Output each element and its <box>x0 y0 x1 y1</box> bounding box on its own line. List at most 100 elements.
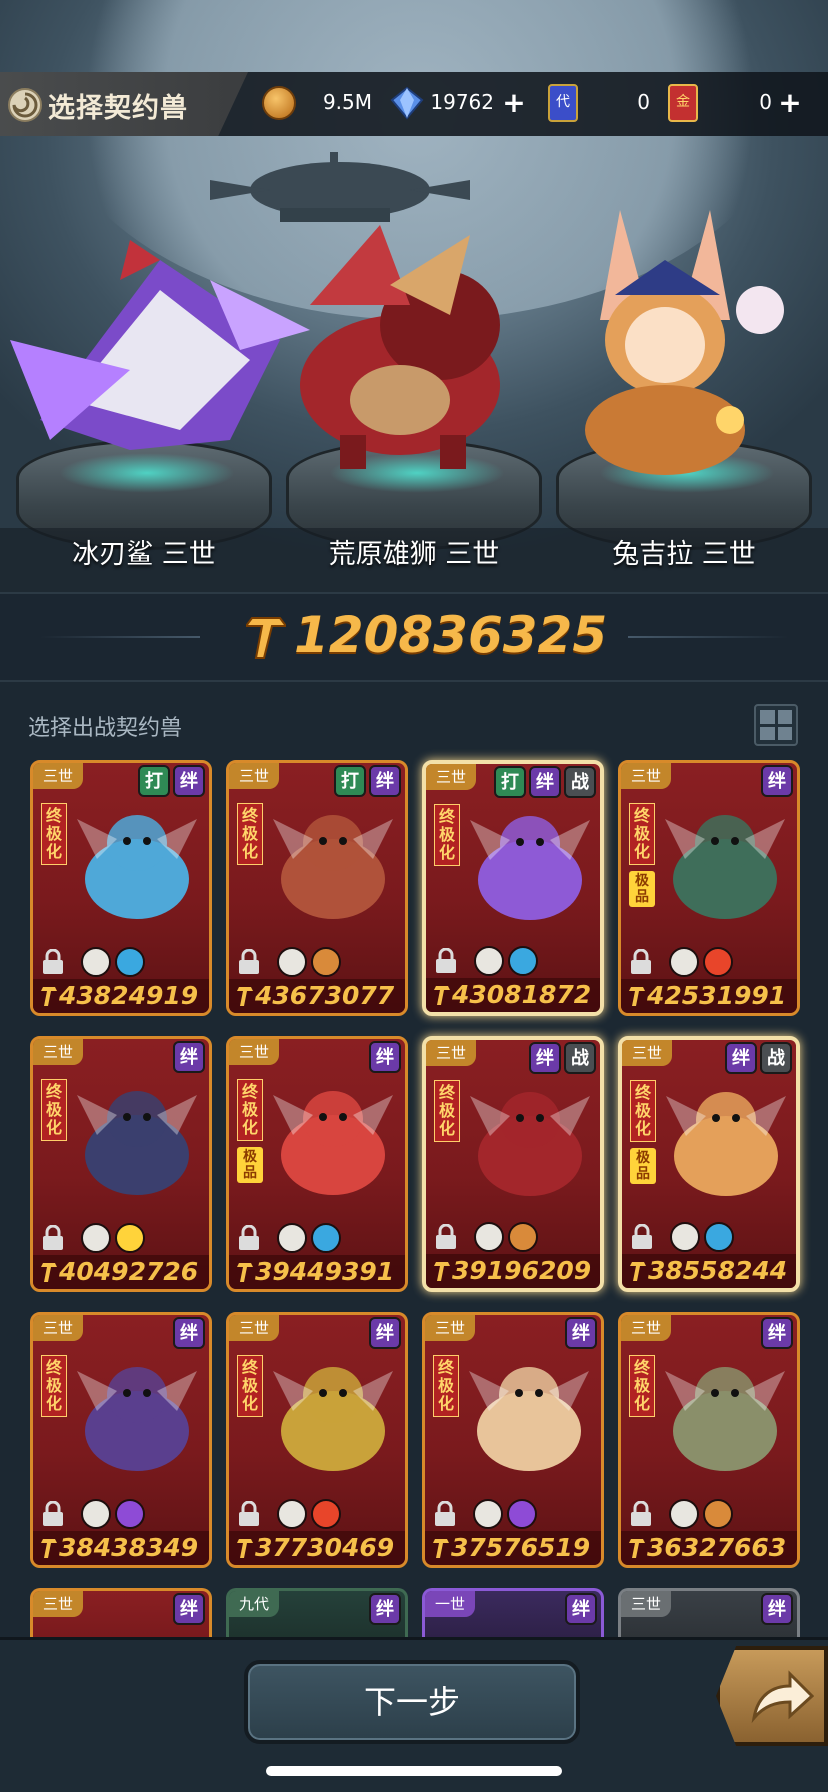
card-power: 38558244 <box>622 1254 796 1288</box>
beast-card[interactable]: 三世 绊 <box>30 1588 212 1637</box>
lock-icon[interactable] <box>41 1501 65 1527</box>
card-power: 40492726 <box>33 1255 209 1289</box>
card-power: 43673077 <box>229 979 405 1013</box>
card-tag-badge: 绊 <box>761 1317 793 1349</box>
card-power-value: 43673077 <box>255 981 395 1010</box>
card-tier-label: 三世 <box>621 1591 672 1617</box>
lock-icon[interactable] <box>237 1225 261 1251</box>
lock-icon[interactable] <box>41 949 65 975</box>
beast-card[interactable]: 三世 绊终极化 40492726 <box>30 1036 212 1292</box>
share-button[interactable] <box>716 1646 828 1746</box>
add-diamond-button[interactable]: + <box>500 88 528 118</box>
power-icon <box>246 617 286 659</box>
card-tag-badge: 战 <box>760 1042 792 1074</box>
card-tags: 绊 <box>761 1593 793 1625</box>
beast-card[interactable]: 三世 打绊终极化 43673077 <box>226 760 408 1016</box>
divider <box>40 636 200 638</box>
beast-art <box>273 1367 393 1471</box>
home-indicator <box>266 1766 562 1776</box>
beast-art <box>665 815 785 919</box>
beast-art <box>77 1367 197 1471</box>
card-tag-badge: 战 <box>564 766 596 798</box>
card-tag-badge: 绊 <box>761 765 793 797</box>
card-tags: 绊 <box>369 1317 401 1349</box>
team-beast-2-art[interactable] <box>250 215 550 475</box>
beast-card[interactable]: 三世 绊终极化 36327663 <box>618 1312 800 1568</box>
card-tier-label: 三世 <box>33 1591 84 1617</box>
fist-icon <box>474 1222 504 1252</box>
lock-icon[interactable] <box>630 1224 654 1250</box>
eye-icon <box>81 1223 111 1253</box>
card-tags: 绊战 <box>529 1042 596 1074</box>
beast-art <box>273 815 393 919</box>
card-tag-badge: 绊 <box>369 765 401 797</box>
card-tier-label: 三世 <box>426 764 477 790</box>
next-step-button[interactable]: 下一步 <box>244 1660 580 1744</box>
lock-icon[interactable] <box>434 1224 458 1250</box>
card-tag-badge: 绊 <box>529 766 561 798</box>
power-icon <box>41 987 57 1006</box>
earth-icon <box>311 947 341 977</box>
tower-icon <box>277 1499 307 1529</box>
lock-icon[interactable] <box>629 1501 653 1527</box>
lock-icon[interactable] <box>41 1225 65 1251</box>
total-power-value: 120836325 <box>294 606 608 664</box>
team-beast-2-name: 荒原雄狮 三世 <box>328 539 500 570</box>
card-rank-badge: 终极化 <box>41 803 67 865</box>
card-tier-label: 三世 <box>425 1315 476 1341</box>
beast-art <box>470 1092 590 1196</box>
lock-icon[interactable] <box>237 949 261 975</box>
card-tier-label: 三世 <box>621 763 672 789</box>
power-icon <box>630 1262 646 1281</box>
beast-card[interactable]: 一世 绊 <box>422 1588 604 1637</box>
beast-card[interactable]: 三世 绊战终极化 39196209 <box>422 1036 604 1292</box>
card-tag-badge: 绊 <box>173 1317 205 1349</box>
beast-card[interactable]: 三世 绊战终极化 极品 38558244 <box>618 1036 800 1292</box>
card-tier-label: 三世 <box>33 1315 84 1341</box>
beast-art <box>273 1091 393 1195</box>
card-tier-label: 三世 <box>229 763 280 789</box>
beast-card[interactable]: 三世 绊 <box>618 1588 800 1637</box>
card-tags: 绊 <box>761 1317 793 1349</box>
beast-card[interactable]: 三世 打绊终极化 43824919 <box>30 760 212 1016</box>
water-icon <box>508 946 538 976</box>
card-tags: 绊 <box>565 1317 597 1349</box>
lock-icon[interactable] <box>237 1501 261 1527</box>
spirit-icon <box>669 947 699 977</box>
beast-card[interactable]: 三世 绊终极化 极品 39449391 <box>226 1036 408 1292</box>
beast-card[interactable]: 三世 绊终极化 38438349 <box>30 1312 212 1568</box>
card-power-value: 40492726 <box>59 1257 199 1286</box>
power-icon <box>237 1263 253 1282</box>
card-tags: 绊战 <box>725 1042 792 1074</box>
card-power-value: 37576519 <box>451 1533 591 1562</box>
beast-art <box>666 1092 786 1196</box>
card-rank-badge: 终极化 <box>237 1079 263 1141</box>
grid-view-toggle-icon[interactable] <box>754 704 798 746</box>
card-tier-label: 三世 <box>622 1040 673 1066</box>
beast-card[interactable]: 三世 绊终极化 37730469 <box>226 1312 408 1568</box>
card-rank-badge: 终极化 <box>434 804 460 866</box>
light-icon <box>115 1223 145 1253</box>
card-tier-label: 三世 <box>33 763 84 789</box>
card-quality-badge: 极品 <box>629 871 655 907</box>
card-power-value: 39196209 <box>452 1256 592 1285</box>
card-tag-badge: 绊 <box>173 1041 205 1073</box>
card-power-value: 43824919 <box>59 981 199 1010</box>
power-icon <box>433 1539 449 1558</box>
card-tags: 打绊 <box>334 765 401 797</box>
add-gold-card-button[interactable]: + <box>776 88 804 118</box>
card-tag-badge: 绊 <box>565 1317 597 1349</box>
beast-card[interactable]: 三世 绊终极化 37576519 <box>422 1312 604 1568</box>
lock-icon[interactable] <box>629 949 653 975</box>
card-quality-badge: 极品 <box>237 1147 263 1183</box>
page-title: 选择契约兽 <box>48 93 188 124</box>
lock-icon[interactable] <box>434 948 458 974</box>
beast-card[interactable]: 三世 绊终极化 极品 42531991 <box>618 760 800 1016</box>
team-beast-3-art[interactable] <box>560 200 820 480</box>
fire-icon <box>311 1499 341 1529</box>
card-tags: 绊 <box>173 1593 205 1625</box>
beast-card[interactable]: 三世打绊战终极化 43081872 <box>422 760 604 1016</box>
card-power: 39449391 <box>229 1255 405 1289</box>
beast-card[interactable]: 九代 绊 <box>226 1588 408 1637</box>
lock-icon[interactable] <box>433 1501 457 1527</box>
